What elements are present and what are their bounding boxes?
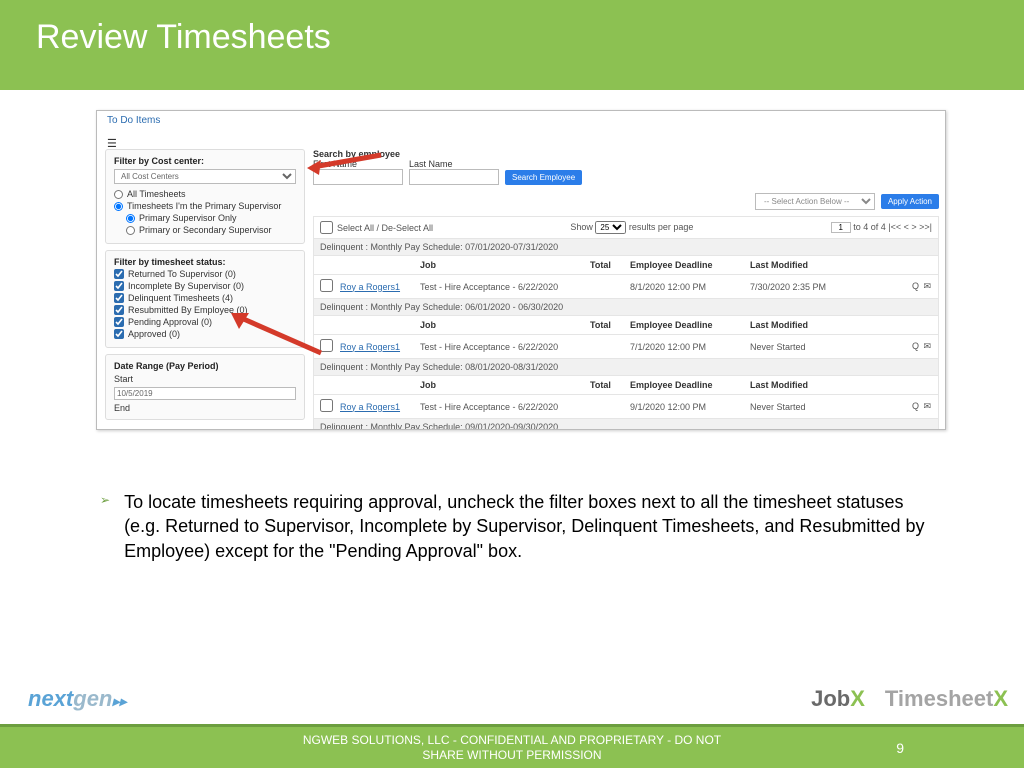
logo-row: nextgen▸▸ JobX TimesheetX: [28, 686, 1008, 712]
start-date-input[interactable]: [114, 387, 296, 400]
end-label: End: [114, 403, 296, 413]
todo-header: To Do Items: [97, 111, 945, 130]
col-headers: JobTotalEmployee DeadlineLast Modified: [313, 256, 939, 275]
bullet-icon: ➢: [100, 493, 110, 563]
slide-title: Review Timesheets: [0, 0, 1024, 90]
nextgen-logo: nextgen▸▸: [28, 686, 126, 712]
date-range-panel: Date Range (Pay Period) Start End: [105, 354, 305, 420]
chk-incomplete[interactable]: Incomplete By Supervisor (0): [114, 281, 296, 291]
per-page-select[interactable]: 25: [595, 221, 626, 234]
start-label: Start: [114, 374, 296, 384]
filters-icon[interactable]: ☰: [97, 135, 121, 149]
radio-primary-or-secondary[interactable]: Primary or Secondary Supervisor: [126, 225, 296, 235]
chk-returned[interactable]: Returned To Supervisor (0): [114, 269, 296, 279]
select-all-label: Select All / De-Select All: [337, 223, 433, 233]
page-input[interactable]: [831, 222, 851, 233]
search-employee-button[interactable]: Search Employee: [505, 170, 582, 185]
table-row[interactable]: Roy a Rogers1Test - Hire Acceptance - 6/…: [313, 395, 939, 419]
cost-center-select[interactable]: All Cost Centers: [114, 169, 296, 184]
filter-status-title: Filter by timesheet status:: [114, 257, 226, 267]
col-headers: JobTotalEmployee DeadlineLast Modified: [313, 316, 939, 335]
footer-text: NGWEB SOLUTIONS, LLC - CONFIDENTIAL AND …: [292, 733, 732, 763]
row-actions[interactable]: Q ✉: [860, 341, 932, 352]
radio-primary-only[interactable]: Primary Supervisor Only: [126, 213, 296, 223]
filter-cc-title: Filter by Cost center:: [114, 156, 204, 166]
pagination[interactable]: to 4 of 4 |<< < > >>|: [853, 222, 932, 232]
row-checkbox[interactable]: [320, 399, 333, 412]
group-header: Delinquent : Monthly Pay Schedule: 09/01…: [313, 419, 939, 430]
col-headers: JobTotalEmployee DeadlineLast Modified: [313, 376, 939, 395]
date-range-title: Date Range (Pay Period): [114, 361, 219, 371]
apply-action-button[interactable]: Apply Action: [881, 194, 939, 209]
arrow-to-cost-center: [303, 151, 383, 177]
group-header: Delinquent : Monthly Pay Schedule: 08/01…: [313, 359, 939, 376]
jobx-logo: JobX: [811, 686, 865, 712]
radio-primary-supervisor[interactable]: Timesheets I'm the Primary Supervisor: [114, 201, 296, 211]
footer: NGWEB SOLUTIONS, LLC - CONFIDENTIAL AND …: [0, 724, 1024, 768]
bullet-text: To locate timesheets requiring approval,…: [124, 490, 930, 563]
bullet-point: ➢ To locate timesheets requiring approva…: [100, 490, 930, 563]
group-header: Delinquent : Monthly Pay Schedule: 06/01…: [313, 299, 939, 316]
app-screenshot: To Do Items ☰ Filter by Cost center: All…: [96, 110, 946, 430]
group-header: Delinquent : Monthly Pay Schedule: 07/01…: [313, 239, 939, 256]
main-panel: Search by employee First Name Last Name …: [313, 149, 939, 429]
row-checkbox[interactable]: [320, 279, 333, 292]
bulk-action-select[interactable]: -- Select Action Below --: [755, 193, 875, 210]
table-row[interactable]: Roy a Rogers1Test - Hire Acceptance - 6/…: [313, 335, 939, 359]
last-name-input[interactable]: [409, 169, 499, 185]
timesheetx-logo: TimesheetX: [885, 686, 1008, 712]
page-number: 9: [896, 740, 904, 756]
row-actions[interactable]: Q ✉: [860, 401, 932, 412]
table-row[interactable]: Roy a Rogers1Test - Hire Acceptance - 6/…: [313, 275, 939, 299]
arrow-to-approved: [225, 307, 325, 357]
select-all-checkbox[interactable]: [320, 221, 333, 234]
filter-cost-center-panel: Filter by Cost center: All Cost Centers …: [105, 149, 305, 244]
last-name-label: Last Name: [409, 159, 499, 169]
chk-delinquent[interactable]: Delinquent Timesheets (4): [114, 293, 296, 303]
row-actions[interactable]: Q ✉: [860, 281, 932, 292]
radio-all-timesheets[interactable]: All Timesheets: [114, 189, 296, 199]
sidebar: Filter by Cost center: All Cost Centers …: [105, 149, 305, 429]
